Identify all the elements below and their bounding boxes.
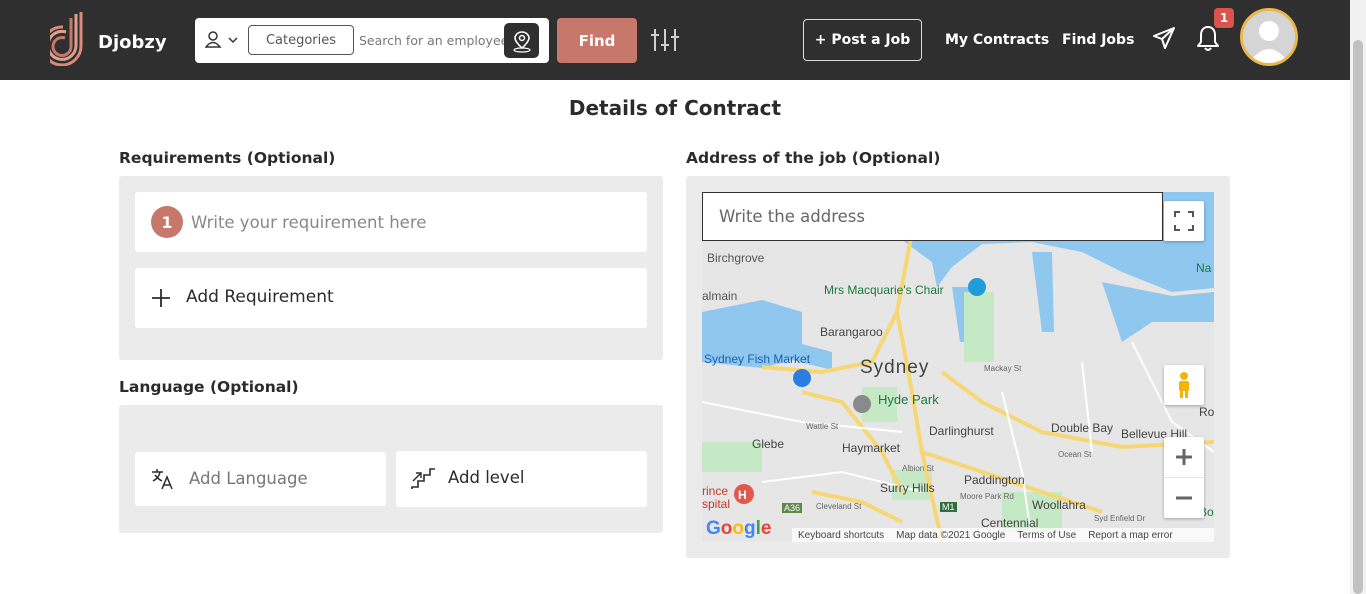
requirement-number: 1 — [151, 206, 183, 238]
bell-icon[interactable] — [1195, 24, 1221, 52]
find-button[interactable]: Find — [557, 18, 637, 63]
zoom-in-button[interactable] — [1164, 438, 1204, 478]
road-name: Cleveland St — [816, 502, 862, 511]
zoom-controls — [1164, 437, 1204, 518]
translate-icon — [152, 469, 173, 490]
map-place: Haymarket — [842, 441, 901, 455]
map-place: Birchgrove — [707, 251, 765, 265]
add-language-button[interactable]: Add Language — [135, 452, 386, 506]
requirements-label: Requirements (Optional) — [119, 149, 336, 167]
map-place: Double Bay — [1051, 421, 1114, 435]
page-title: Details of Contract — [568, 96, 782, 120]
avatar[interactable] — [1240, 8, 1298, 66]
fullscreen-button[interactable] — [1164, 201, 1204, 241]
plus-icon — [152, 289, 170, 307]
language-label: Language (Optional) — [119, 378, 299, 396]
add-language-label: Add Language — [189, 469, 308, 488]
notification-badge: 1 — [1214, 8, 1234, 28]
requirements-panel: 1 Add Requirement — [119, 176, 663, 360]
map-data-text: Map data ©2021 Google — [896, 529, 1006, 541]
map-place: Barangaroo — [820, 325, 883, 339]
map-place: Paddington — [964, 473, 1025, 487]
djobzy-logo-icon[interactable] — [50, 10, 94, 66]
map-place: Darlinghurst — [929, 424, 994, 438]
minus-icon — [1176, 496, 1192, 499]
address-label: Address of the job (Optional) — [686, 149, 941, 167]
map-place: Hyde Park — [878, 392, 939, 407]
terms-link[interactable]: Terms of Use — [1017, 530, 1076, 541]
road-shield: A36 — [782, 503, 803, 513]
pegman-icon — [1179, 372, 1189, 398]
scrollbar-thumb[interactable] — [1353, 40, 1363, 594]
filter-sliders-icon[interactable] — [650, 27, 680, 53]
add-level-button[interactable]: Add level — [396, 451, 647, 507]
search-input[interactable] — [359, 28, 505, 53]
search-type-select[interactable] — [204, 30, 241, 52]
map-canvas: H — [702, 192, 1214, 542]
zoom-out-button[interactable] — [1164, 478, 1204, 518]
map-place: Woollahra — [1032, 498, 1086, 512]
street-view-button[interactable] — [1164, 365, 1204, 405]
send-message-icon[interactable] — [1151, 25, 1177, 51]
requirement-item: 1 — [135, 192, 647, 252]
post-job-button[interactable]: + Post a Job — [803, 19, 922, 61]
language-panel: Add Language Add level — [119, 405, 663, 533]
top-nav-bar: Djobzy Categories Find + Post a Job My C… — [0, 0, 1350, 80]
nav-find-jobs[interactable]: Find Jobs — [1062, 32, 1134, 48]
map-place: Na — [1196, 261, 1212, 275]
map-place: almain — [702, 289, 738, 303]
address-input[interactable] — [702, 192, 1163, 241]
map-place: Sydney Fish Market — [704, 352, 811, 366]
svg-text:H: H — [738, 488, 747, 502]
road-shield: M1 — [940, 502, 957, 512]
add-requirement-label: Add Requirement — [186, 287, 334, 307]
plus-icon — [1176, 449, 1192, 465]
map-place: Sydney — [860, 357, 930, 378]
report-error-link[interactable]: Report a map error — [1088, 530, 1172, 541]
map-place: Glebe — [752, 437, 785, 451]
road-name: Mackay St — [984, 364, 1022, 373]
map-place: Ro — [1199, 405, 1214, 419]
road-name: Wattle St — [806, 422, 839, 431]
search-bar: Categories — [195, 18, 549, 63]
road-name: Moore Park Rd — [960, 492, 1014, 501]
map-place: spital — [702, 497, 731, 511]
map-place: rince — [702, 484, 729, 498]
add-level-label: Add level — [448, 468, 525, 487]
fullscreen-icon — [1174, 211, 1194, 231]
keyboard-shortcuts-link[interactable]: Keyboard shortcuts — [798, 530, 884, 541]
add-requirement-button[interactable]: Add Requirement — [135, 268, 647, 328]
map-place: Surry Hills — [880, 481, 935, 495]
user-icon — [204, 31, 238, 48]
nav-my-contracts[interactable]: My Contracts — [945, 32, 1049, 48]
road-name: Albion St — [902, 464, 935, 473]
map-place: Mrs Macquarie's Chair — [824, 283, 944, 297]
map-view[interactable]: H Birchgrove almain Mrs Macquarie's Chai… — [702, 192, 1214, 542]
map-attribution: Keyboard shortcuts Map data ©2021 Google… — [792, 528, 1214, 542]
road-name: Ocean St — [1058, 450, 1092, 459]
categories-dropdown[interactable]: Categories — [248, 25, 354, 55]
google-logo: Google — [706, 518, 772, 539]
road-name: Syd Enfield Dr — [1094, 514, 1146, 523]
requirement-input[interactable] — [191, 208, 631, 236]
brand-name[interactable]: Djobzy — [98, 32, 167, 53]
map-pin-icon — [512, 30, 531, 53]
default-user-icon — [1243, 11, 1295, 63]
stairs-icon — [411, 468, 435, 489]
location-button[interactable] — [504, 23, 539, 58]
